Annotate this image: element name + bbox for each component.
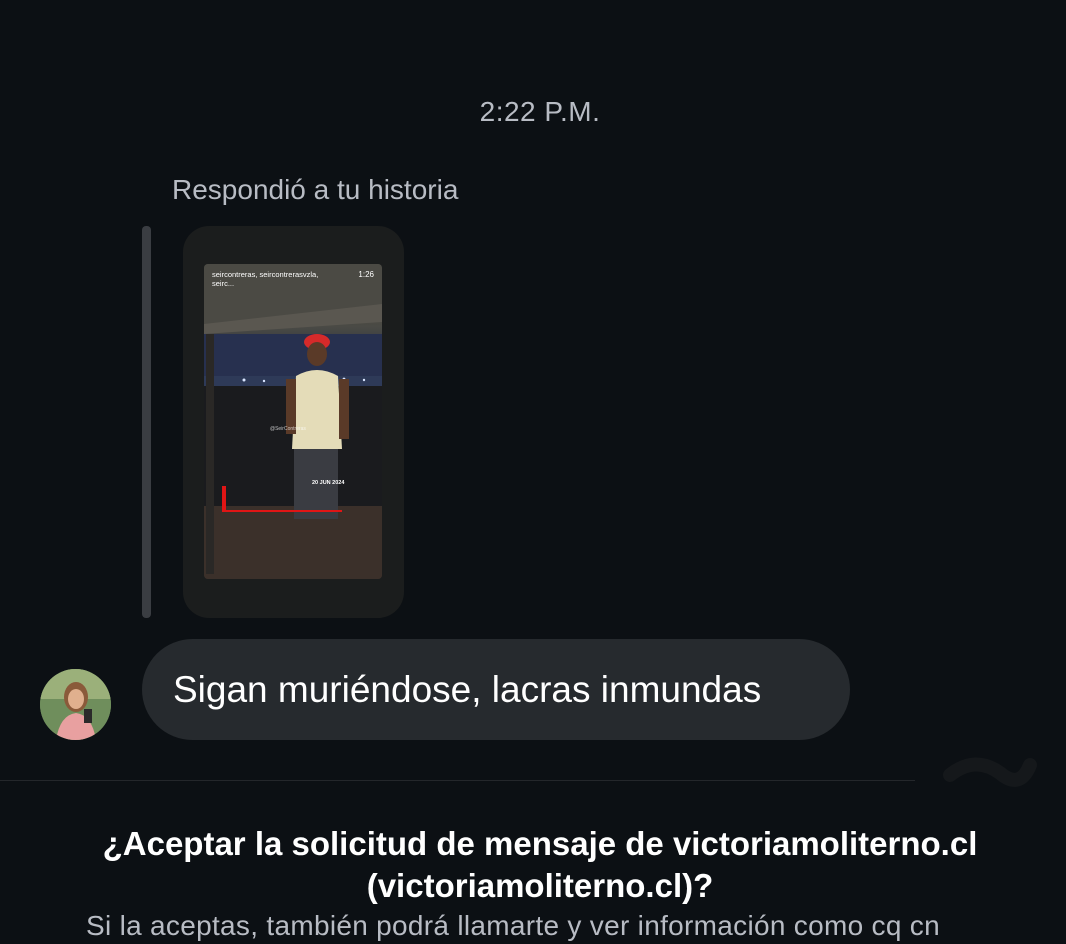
avatar-image [40,669,111,740]
story-reply-label: Respondió a tu historia [172,174,459,205]
message-bubble[interactable]: Sigan muriéndose, lacras inmundas [142,639,850,740]
section-divider [0,780,915,781]
message-request-title: ¿Aceptar la solicitud de mensaje de vict… [102,825,978,904]
dm-thread-screen: 2:22 P.M. Respondió a tu historia seirco… [0,0,1066,944]
story-watermark: @SeirContreras [270,426,306,432]
message-text: Sigan muriéndose, lacras inmundas [173,668,762,710]
story-username: seircontreras, seircontrerasvzla, seirc.… [212,270,319,288]
story-image [204,264,382,579]
story-date-overlay: 20 JUN 2024 [312,480,345,486]
story-duration: 1:26 [358,270,374,279]
scribble-mark [943,757,1037,787]
sender-avatar[interactable] [40,669,111,740]
story-thumbnail[interactable]: seircontreras, seircontrerasvzla, seirc.… [204,264,382,579]
reply-indicator-bar [142,226,151,618]
story-preview-card[interactable]: seircontreras, seircontrerasvzla, seirc.… [183,226,404,618]
message-timestamp: 2:22 P.M. [479,96,601,127]
message-request-subtitle: Si la aceptas, también podrá llamarte y … [86,910,940,941]
